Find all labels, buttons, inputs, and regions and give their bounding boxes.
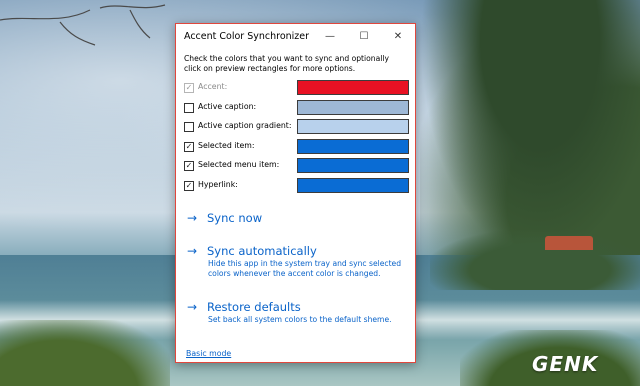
- accent-label: Accent:: [198, 82, 228, 91]
- title-bar[interactable]: Accent Color Synchronizer — ☐ ✕: [176, 24, 415, 48]
- instruction-text: Check the colors that you want to sync a…: [184, 54, 389, 73]
- desktop-grass-left: [0, 320, 170, 386]
- sync-automatically-link[interactable]: Sync automatically: [207, 244, 317, 258]
- active-caption-gradient-color-swatch[interactable]: [297, 119, 409, 134]
- desktop-branches: [0, 4, 166, 46]
- action-list: → Sync now → Sync automatically Hide thi…: [176, 210, 415, 325]
- selected-menu-item-color-swatch[interactable]: [297, 158, 409, 173]
- restore-defaults-action[interactable]: → Restore defaults Set back all system c…: [187, 299, 415, 325]
- desktop-shore: [430, 230, 640, 290]
- restore-defaults-link[interactable]: Restore defaults: [207, 300, 301, 314]
- sync-automatically-description: Hide this app in the system tray and syn…: [208, 259, 402, 278]
- arrow-right-icon: →: [187, 244, 198, 258]
- selected-item-label: Selected item:: [198, 140, 255, 150]
- app-window: Accent Color Synchronizer — ☐ ✕ Check th…: [175, 23, 416, 363]
- restore-defaults-description: Set back all system colors to the defaul…: [208, 315, 392, 324]
- color-row-active-caption-gradient: Active caption gradient:: [176, 118, 415, 138]
- sync-now-action[interactable]: → Sync now: [187, 210, 415, 226]
- close-button[interactable]: ✕: [381, 24, 415, 48]
- window-title: Accent Color Synchronizer: [184, 30, 310, 42]
- desktop-hut: [545, 236, 593, 250]
- minimize-button[interactable]: —: [313, 24, 347, 48]
- accent-color-swatch[interactable]: [297, 80, 409, 95]
- selected-item-color-swatch[interactable]: [297, 138, 409, 154]
- desktop-trees: [420, 0, 640, 260]
- color-row-selected-menu-item: ✓ Selected menu item:: [176, 157, 415, 177]
- active-caption-gradient-label: Active caption gradient:: [198, 121, 292, 130]
- close-icon: ✕: [393, 30, 403, 42]
- accent-checkbox[interactable]: ✓: [184, 83, 194, 93]
- active-caption-label: Active caption:: [198, 101, 257, 111]
- color-row-accent: ✓ Accent:: [176, 79, 415, 99]
- color-row-selected-item: ✓ Selected item:: [176, 138, 415, 158]
- color-list: ✓ Accent: Active caption: Active caption…: [176, 79, 415, 196]
- color-row-active-caption: Active caption:: [176, 99, 415, 119]
- selected-menu-item-checkbox[interactable]: ✓: [184, 161, 194, 171]
- color-row-hyperlink: ✓ Hyperlink:: [176, 177, 415, 197]
- arrow-right-icon: →: [187, 211, 198, 225]
- active-caption-checkbox[interactable]: [184, 102, 194, 113]
- selected-item-checkbox[interactable]: ✓: [184, 141, 194, 152]
- selected-menu-item-label: Selected menu item:: [198, 160, 280, 169]
- active-caption-gradient-checkbox[interactable]: [184, 122, 194, 132]
- sync-now-link[interactable]: Sync now: [207, 211, 262, 225]
- arrow-right-icon: →: [187, 300, 198, 314]
- basic-mode-link[interactable]: Basic mode: [186, 349, 231, 358]
- hyperlink-checkbox[interactable]: ✓: [184, 180, 194, 191]
- sync-automatically-action[interactable]: → Sync automatically Hide this app in th…: [187, 243, 415, 279]
- active-caption-color-swatch[interactable]: [297, 99, 409, 115]
- minimize-icon: —: [325, 30, 335, 42]
- maximize-icon: ☐: [359, 30, 369, 42]
- hyperlink-label: Hyperlink:: [198, 179, 238, 189]
- hyperlink-color-swatch[interactable]: [297, 177, 409, 193]
- maximize-button[interactable]: ☐: [347, 24, 381, 48]
- window-controls: — ☐ ✕: [313, 24, 415, 48]
- watermark-logo: GENK: [532, 352, 599, 376]
